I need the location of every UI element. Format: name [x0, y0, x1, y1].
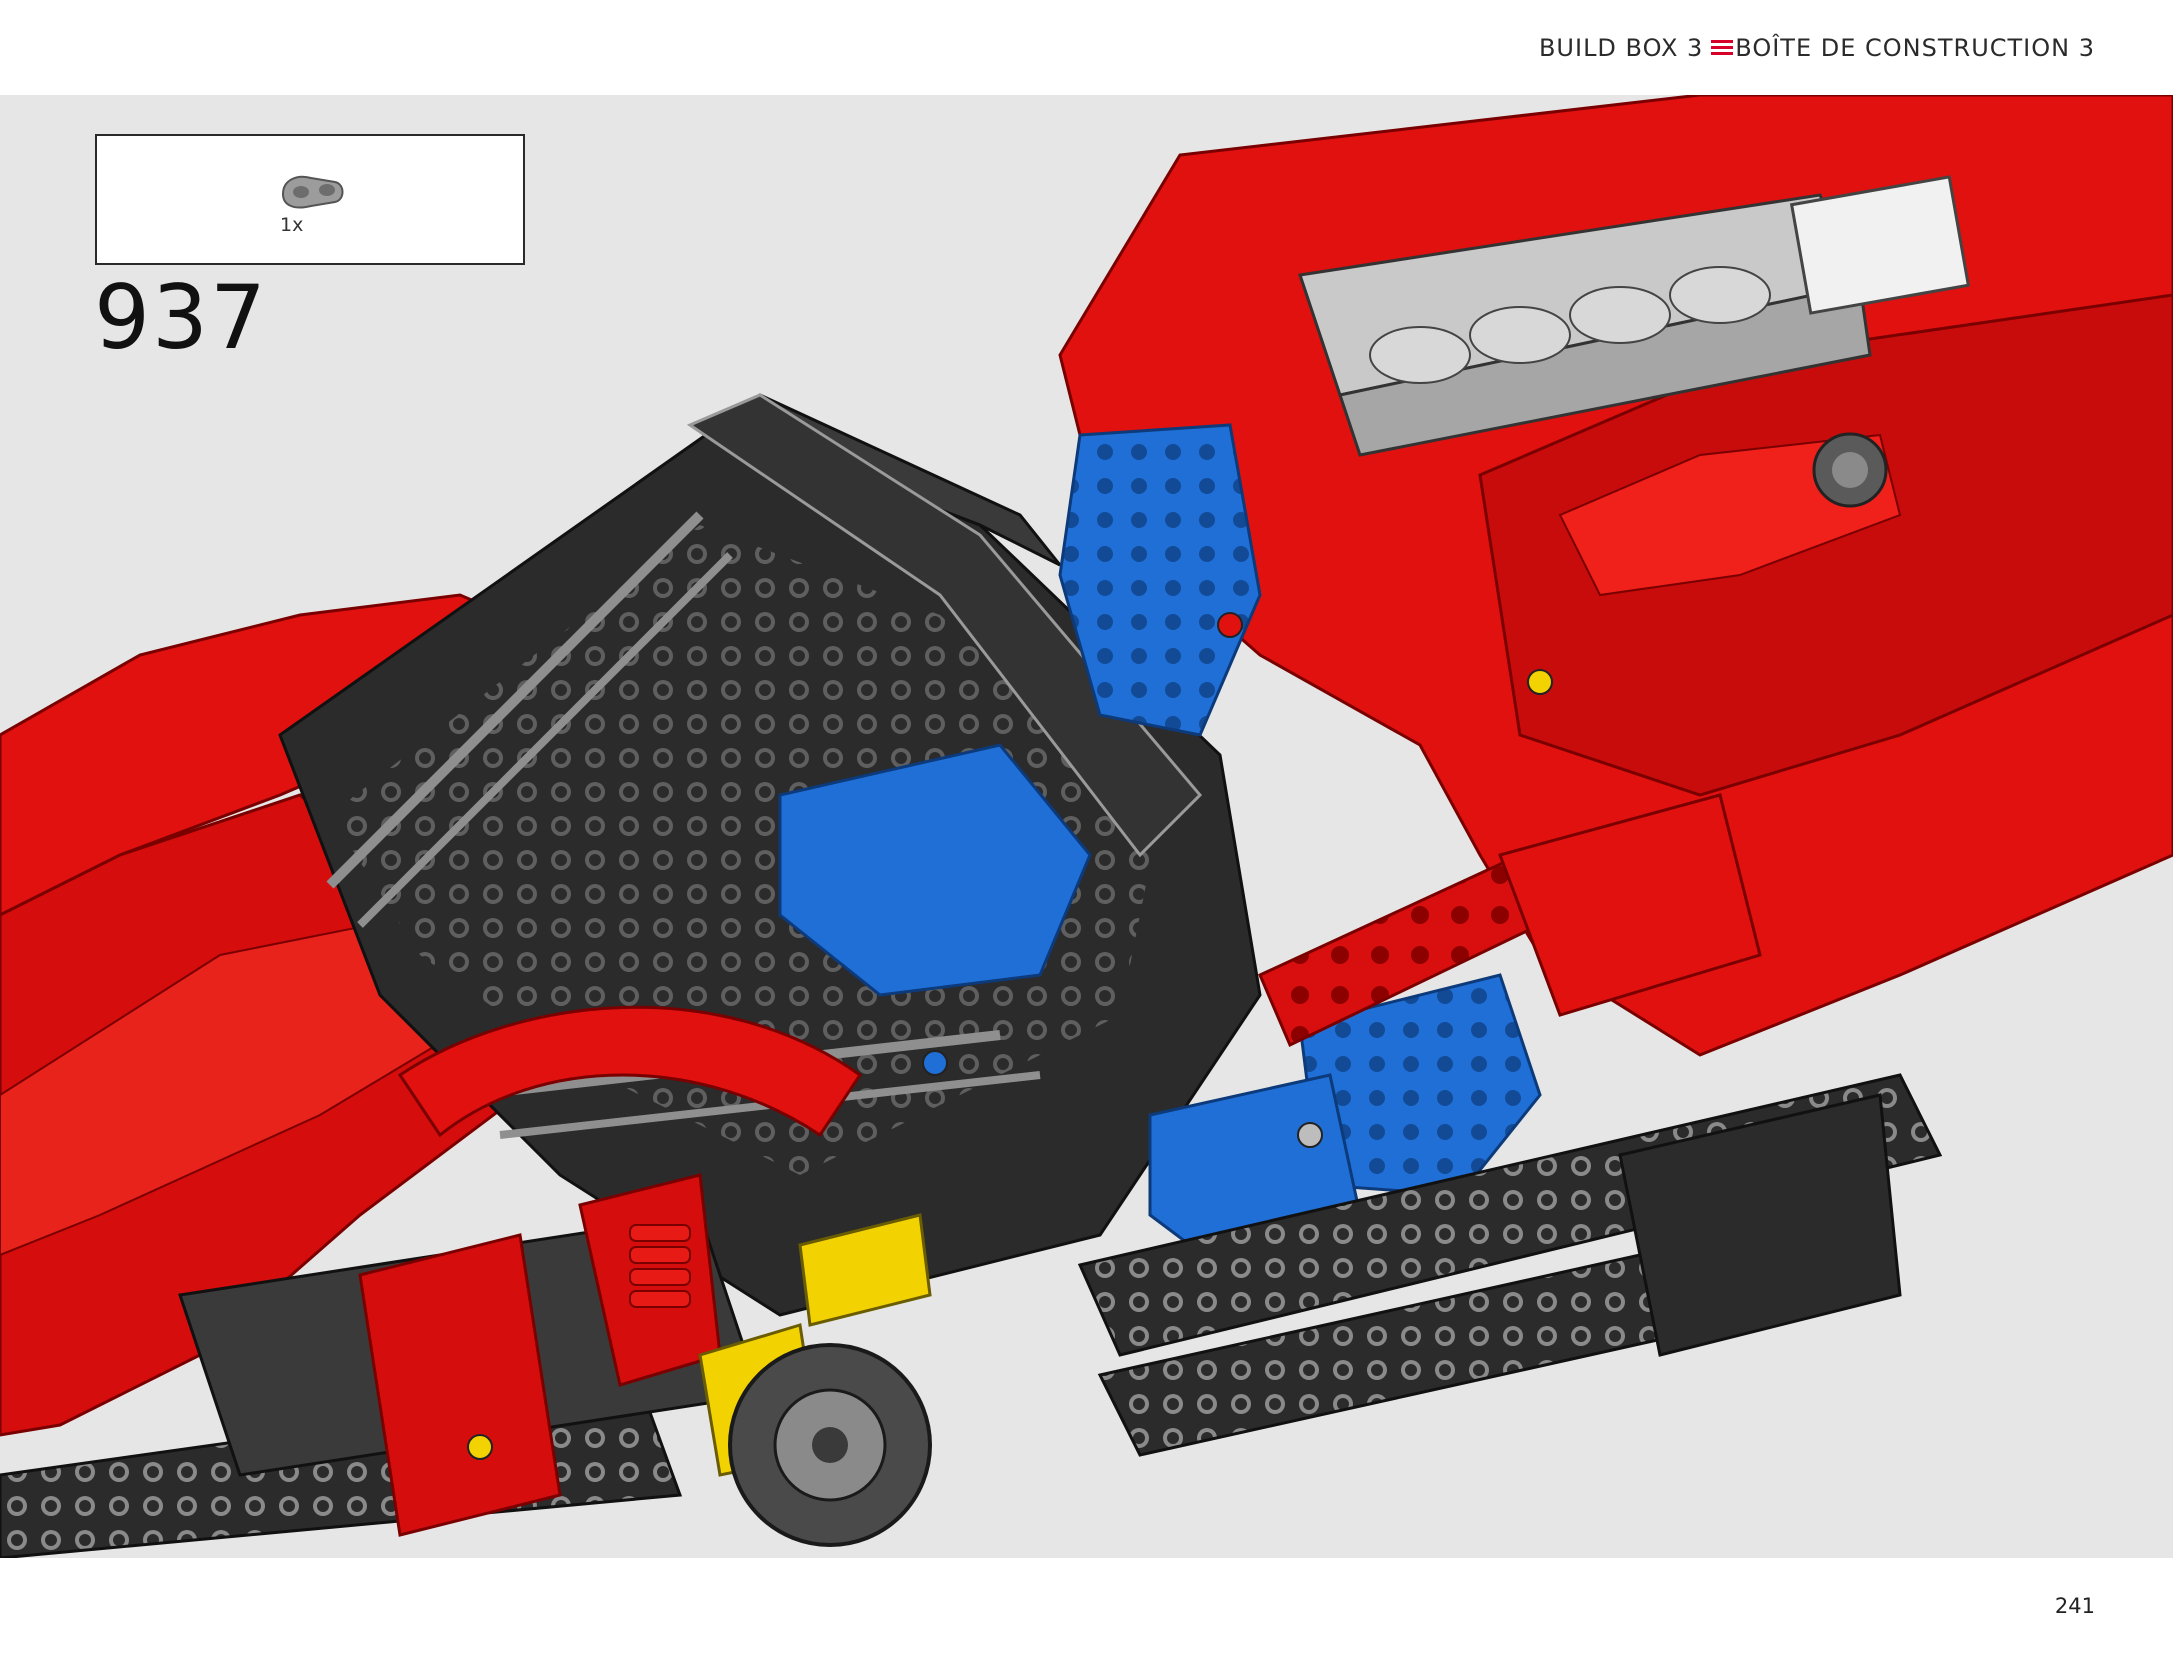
- separator-icon: [1711, 40, 1734, 56]
- parts-callout: 1x: [95, 134, 525, 265]
- build-box-label: BUILD BOX 3 BOÎTE DE CONSTRUCTION 3: [1539, 34, 2095, 62]
- part-quantity: 1x: [280, 214, 304, 236]
- page-number: 241: [2054, 1594, 2095, 1618]
- build-box-label-en: BUILD BOX 3: [1538, 34, 1704, 62]
- build-box-label-fr: BOÎTE DE CONSTRUCTION 3: [1735, 34, 2095, 62]
- grey-beam-connector-icon: [281, 175, 344, 209]
- build-illustration-area: 1x 937: [0, 95, 2173, 1558]
- car-model-illustration: [0, 95, 2173, 1558]
- page-header: BUILD BOX 3 BOÎTE DE CONSTRUCTION 3: [0, 0, 2173, 95]
- step-number: 937: [94, 266, 268, 369]
